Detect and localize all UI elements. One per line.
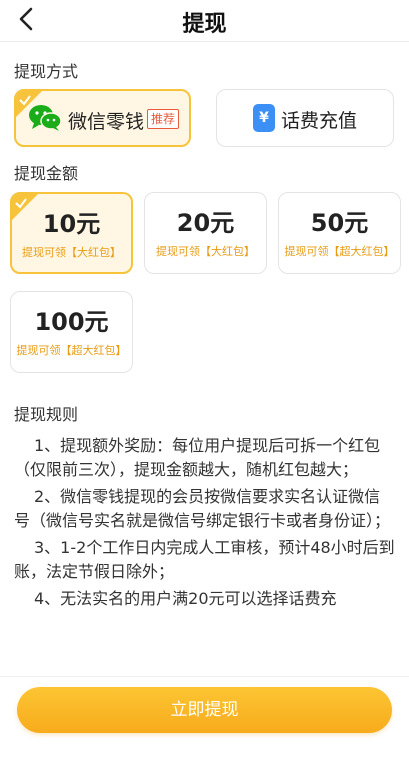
header-bar: 提现 (0, 0, 409, 42)
method-phone-recharge-option[interactable]: ¥ 话费充值 (216, 89, 394, 147)
withdraw-now-button[interactable]: 立即提现 (17, 687, 392, 733)
page-title: 提现 (182, 12, 227, 37)
amount-option-10[interactable]: 10元 提现可领【大红包】 (10, 192, 133, 274)
amount-note: 提现可领【超大红包】 (284, 245, 395, 258)
amount-value: 10元 (42, 210, 101, 238)
method-wechat-label: 微信零钱 (68, 111, 145, 133)
amount-value: 50元 (310, 209, 369, 237)
amount-value: 100元 (34, 308, 109, 336)
method-phone-label: 话费充值 (281, 110, 358, 132)
amount-note: 提现可领【超大红包】 (16, 344, 127, 357)
method-wechat-option[interactable]: 微信零钱 推荐 (14, 89, 191, 147)
recommend-badge: 推荐 (147, 109, 180, 129)
phone-yen-icon: ¥ (253, 104, 275, 132)
rules-title: 提现规则 (14, 405, 79, 424)
rule-item: 1、提现额外奖励：每位用户提现后可拆一个红包（仅限前三次），提现金额越大，随机红… (14, 436, 381, 479)
amount-option-100[interactable]: 100元 提现可领【超大红包】 (10, 291, 133, 373)
rules-list[interactable]: 1、提现额外奖励：每位用户提现后可拆一个红包（仅限前三次），提现金额越大，随机红… (14, 434, 395, 676)
bottom-action-bar: 立即提现 (0, 676, 409, 757)
method-section-label: 提现方式 (14, 62, 79, 81)
amount-value: 20元 (176, 209, 235, 237)
amount-option-50[interactable]: 50元 提现可领【超大红包】 (278, 192, 401, 274)
wechat-icon (28, 104, 62, 132)
amount-note: 提现可领【大红包】 (22, 246, 121, 259)
amount-note: 提现可领【大红包】 (156, 245, 255, 258)
rule-item: 4、无法实名的用户满20元可以选择话费充 (34, 589, 337, 608)
amount-section-label: 提现金额 (14, 164, 79, 183)
rule-item: 2、微信零钱提现的会员按微信要求实名认证微信号（微信号实名就是微信号绑定银行卡或… (14, 487, 391, 530)
amount-option-20[interactable]: 20元 提现可领【大红包】 (144, 192, 267, 274)
rule-item: 3、1-2个工作日内完成人工审核，预计48小时后到账，法定节假日除外； (14, 538, 395, 581)
